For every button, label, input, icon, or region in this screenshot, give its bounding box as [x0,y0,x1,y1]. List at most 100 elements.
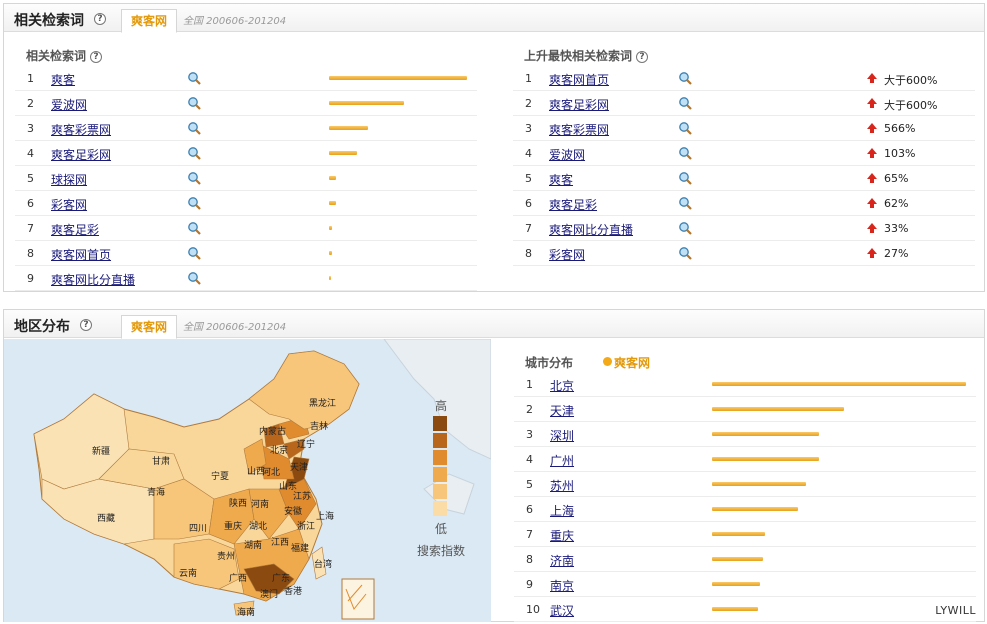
search-icon[interactable] [678,146,692,160]
keyword-link[interactable]: 爽客彩票网 [51,121,111,138]
province-label[interactable]: 台湾 [314,557,332,570]
search-icon[interactable] [187,96,201,110]
panel-header: 相关检索词 ? 爽客网 全国 200606-201204 [4,4,984,33]
city-link[interactable]: 重庆 [550,527,574,544]
province-label[interactable]: 内蒙古 [259,424,286,437]
search-icon[interactable] [678,221,692,235]
search-icon[interactable] [187,221,201,235]
province-label[interactable]: 香港 [284,584,302,597]
province-label[interactable]: 澳门 [260,587,278,600]
city-link[interactable]: 天津 [550,402,574,419]
help-icon[interactable]: ? [90,50,103,63]
city-link[interactable]: 苏州 [550,477,574,494]
city-link[interactable]: 深圳 [550,427,574,444]
province-label[interactable]: 四川 [189,521,207,534]
tab-keyword[interactable]: 爽客网 [121,9,177,33]
province-label[interactable]: 贵州 [217,549,235,562]
search-icon[interactable] [187,71,201,85]
legend-low: 低 [435,522,448,536]
china-map[interactable]: 黑龙江 吉林 辽宁 内蒙古 北京 天津 河北 山西 山东 新疆 甘肃 宁夏 陕西 河南 江苏 安徽 上海 青海 西藏… [4,339,491,622]
keyword-link[interactable]: 爽客足彩 [549,196,597,213]
rank-number: 6 [525,197,532,210]
up-arrow-stem [870,79,874,83]
keyword-link[interactable]: 爱波网 [549,146,585,163]
keyword-link[interactable]: 彩客网 [51,196,87,213]
keyword-link[interactable]: 彩客网 [549,246,585,263]
keyword-link[interactable]: 爽客足彩网 [51,146,111,163]
province-label[interactable]: 青海 [147,485,165,498]
province-label[interactable]: 山西 [247,464,265,477]
up-arrow-stem [870,154,874,158]
keyword-link[interactable]: 爽客 [51,71,75,88]
rank-number: 9 [526,578,533,591]
keyword-link[interactable]: 球探网 [51,171,87,188]
province-label[interactable]: 上海 [316,509,334,522]
related-keywords-panel: 相关检索词 ? 爽客网 全国 200606-201204 相关检索词? 1 爽客 2… [3,3,985,292]
province-label[interactable]: 陕西 [229,496,247,509]
change-percent: 27% [884,247,909,260]
search-icon[interactable] [187,171,201,185]
province-label[interactable]: 湖南 [244,538,262,551]
search-icon[interactable] [187,121,201,135]
province-label[interactable]: 北京 [270,443,288,456]
province-label[interactable]: 江苏 [293,489,311,502]
rising-keyword-row: 6 爽客足彩 62% [513,191,975,216]
province-label[interactable]: 浙江 [297,519,315,532]
keyword-link[interactable]: 爽客足彩 [51,221,99,238]
city-link[interactable]: 济南 [550,552,574,569]
search-icon[interactable] [678,196,692,210]
province-label[interactable]: 江西 [271,535,289,548]
province-label[interactable]: 海南 [237,605,255,618]
search-icon[interactable] [678,96,692,110]
province-label[interactable]: 河南 [251,497,269,510]
legend-swatch [433,416,447,431]
city-link[interactable]: 武汉 [550,602,574,619]
rising-keyword-row: 5 爽客 65% [513,166,975,191]
city-link[interactable]: 北京 [550,377,574,394]
province-label[interactable]: 重庆 [224,519,242,532]
search-icon[interactable] [187,146,201,160]
city-link[interactable]: 南京 [550,577,574,594]
keyword-link[interactable]: 爽客 [549,171,573,188]
city-row: 6 上海 [514,497,976,522]
province-label[interactable]: 天津 [290,460,308,473]
keyword-link[interactable]: 爽客网比分直播 [549,221,633,238]
keyword-link[interactable]: 爽客彩票网 [549,121,609,138]
help-icon[interactable]: ? [80,319,92,331]
keyword-link[interactable]: 爱波网 [51,96,87,113]
search-icon[interactable] [678,71,692,85]
search-icon[interactable] [187,246,201,260]
keyword-link[interactable]: 爽客网首页 [549,71,609,88]
rank-number: 4 [526,453,533,466]
help-icon[interactable]: ? [94,13,106,25]
province-label[interactable]: 福建 [291,541,309,554]
province-label[interactable]: 湖北 [249,519,267,532]
search-icon[interactable] [678,171,692,185]
city-link[interactable]: 上海 [550,502,574,519]
search-icon[interactable] [187,271,201,285]
province-label[interactable]: 新疆 [92,444,110,457]
search-icon[interactable] [187,196,201,210]
province-label[interactable]: 广东 [272,571,290,584]
province-label[interactable]: 云南 [179,566,197,579]
city-row: 7 重庆 [514,522,976,547]
help-icon[interactable]: ? [636,50,649,63]
keyword-score-bar [329,201,336,205]
search-icon[interactable] [678,246,692,260]
province-label[interactable]: 黑龙江 [309,396,336,409]
city-list: 1 北京 2 天津 3 深圳 4 广州 5 苏州 6 上海 7 重庆 8 济南 9 南京 10 武汉 [514,372,976,622]
province-label[interactable]: 辽宁 [297,437,315,450]
province-label[interactable]: 安徽 [284,504,302,517]
city-link[interactable]: 广州 [550,452,574,469]
province-label[interactable]: 广西 [229,571,247,584]
province-label[interactable]: 甘肃 [152,454,170,467]
search-icon[interactable] [678,121,692,135]
province-label[interactable]: 吉林 [310,419,328,432]
city-score-bar [712,507,798,511]
province-label[interactable]: 西藏 [97,511,115,524]
tab-keyword[interactable]: 爽客网 [121,315,177,339]
keyword-link[interactable]: 爽客足彩网 [549,96,609,113]
keyword-link[interactable]: 爽客网比分直播 [51,271,135,288]
province-label[interactable]: 宁夏 [211,469,229,482]
keyword-link[interactable]: 爽客网首页 [51,246,111,263]
